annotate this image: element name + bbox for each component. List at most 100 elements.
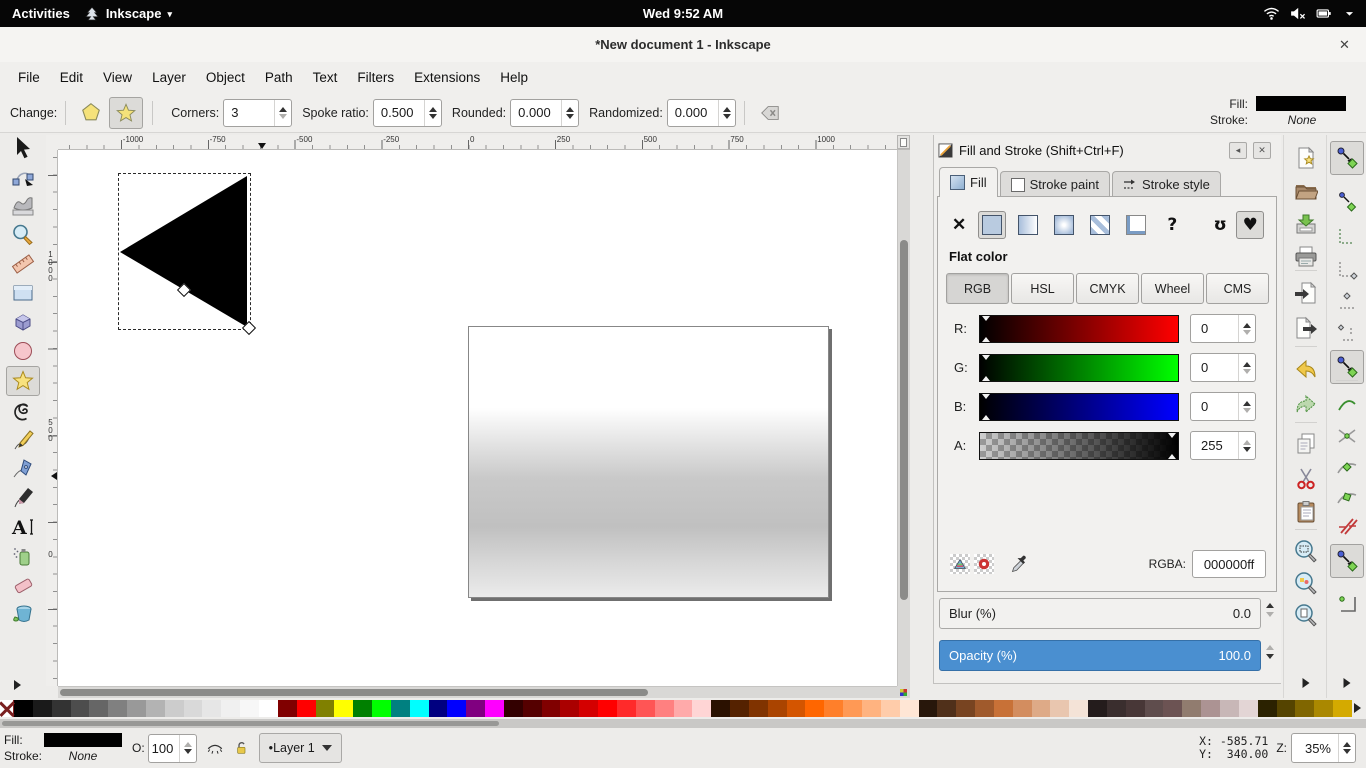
palette-swatch[interactable] bbox=[655, 700, 674, 717]
rgba-input[interactable]: 000000ff bbox=[1192, 550, 1266, 578]
palette-swatch[interactable] bbox=[278, 700, 297, 717]
snap-page-border-button[interactable] bbox=[1332, 588, 1362, 618]
activities-button[interactable]: Activities bbox=[12, 6, 70, 21]
color-managed-view-toggle[interactable] bbox=[897, 686, 910, 698]
palette-swatch[interactable] bbox=[52, 700, 71, 717]
toolbox-expand-icon[interactable] bbox=[14, 680, 21, 690]
palette-swatch[interactable] bbox=[410, 700, 429, 717]
palette-swatch[interactable] bbox=[768, 700, 787, 717]
opacity-control[interactable]: Opacity (%) 100.0 bbox=[939, 640, 1261, 671]
snap-paths-button[interactable] bbox=[1332, 389, 1362, 419]
corners-spinbox[interactable]: 3 bbox=[223, 99, 292, 127]
layer-visibility-icon[interactable] bbox=[206, 739, 224, 757]
close-window-button[interactable]: ✕ bbox=[1336, 36, 1353, 53]
print-button[interactable] bbox=[1291, 242, 1321, 272]
ellipse-tool[interactable] bbox=[7, 337, 39, 365]
swatch-button[interactable] bbox=[1122, 211, 1150, 239]
menu-object[interactable]: Object bbox=[196, 65, 255, 90]
palette-swatch[interactable] bbox=[240, 700, 259, 717]
palette-swatch[interactable] bbox=[71, 700, 90, 717]
blue-spinbox[interactable]: 0 bbox=[1190, 392, 1256, 421]
palette-scrollbar-thumb[interactable] bbox=[2, 721, 499, 726]
palette-swatch[interactable] bbox=[221, 700, 240, 717]
palette-swatch[interactable] bbox=[353, 700, 372, 717]
app-menu[interactable]: Inkscape ▾ bbox=[84, 6, 172, 22]
menu-file[interactable]: File bbox=[8, 65, 50, 90]
palette-swatch[interactable] bbox=[881, 700, 900, 717]
palette-swatch[interactable] bbox=[617, 700, 636, 717]
palette-swatch[interactable] bbox=[579, 700, 598, 717]
spin-down-icon[interactable] bbox=[1243, 447, 1251, 452]
spin-down-icon[interactable] bbox=[566, 114, 574, 119]
palette-swatch[interactable] bbox=[994, 700, 1013, 717]
palette-swatch[interactable] bbox=[165, 700, 184, 717]
palette-swatch[interactable] bbox=[975, 700, 994, 717]
palette-swatch[interactable] bbox=[485, 700, 504, 717]
color-system-cmyk[interactable]: CMYK bbox=[1076, 273, 1139, 304]
snap-bbox-edges-button[interactable] bbox=[1332, 318, 1362, 348]
menu-edit[interactable]: Edit bbox=[50, 65, 93, 90]
fill-color-swatch[interactable] bbox=[1256, 96, 1346, 111]
spin-down-icon[interactable] bbox=[184, 749, 192, 754]
palette-swatch-none[interactable] bbox=[0, 700, 14, 717]
green-spinbox[interactable]: 0 bbox=[1190, 353, 1256, 382]
cut-button[interactable] bbox=[1291, 464, 1321, 494]
red-slider[interactable] bbox=[979, 315, 1179, 343]
fill-rule-nonzero-button[interactable]: ♥ bbox=[1236, 211, 1264, 239]
star-object[interactable] bbox=[116, 170, 251, 330]
palette-scroll-right-icon[interactable] bbox=[1354, 703, 1361, 713]
color-managed-toggle-icon[interactable] bbox=[950, 554, 970, 574]
spin-up-icon[interactable] bbox=[1243, 323, 1251, 328]
tweak-tool[interactable] bbox=[7, 192, 39, 220]
spiral-tool[interactable] bbox=[7, 397, 39, 425]
palette-swatch[interactable] bbox=[598, 700, 617, 717]
color-system-rgb[interactable]: RGB bbox=[946, 273, 1009, 304]
reset-defaults-button[interactable] bbox=[757, 100, 783, 126]
randomized-spinbox[interactable]: 0.000 bbox=[667, 99, 736, 127]
zoom-page-button[interactable] bbox=[1291, 600, 1321, 630]
spin-up-icon[interactable] bbox=[723, 107, 731, 112]
palette-swatch[interactable] bbox=[316, 700, 335, 717]
rectangle-tool[interactable] bbox=[7, 279, 39, 307]
out-of-gamut-icon[interactable] bbox=[974, 554, 994, 574]
palette-swatch[interactable] bbox=[1107, 700, 1126, 717]
no-paint-button[interactable]: ✕ bbox=[952, 215, 966, 235]
eyedropper-icon[interactable] bbox=[1010, 554, 1030, 574]
palette-swatch[interactable] bbox=[504, 700, 523, 717]
palette-swatch[interactable] bbox=[636, 700, 655, 717]
palette-swatch[interactable] bbox=[560, 700, 579, 717]
spin-down-icon[interactable] bbox=[1266, 654, 1274, 659]
zoom-spinbox[interactable]: 35% bbox=[1291, 733, 1356, 763]
sb-stroke-value[interactable]: None bbox=[44, 749, 122, 763]
snap-enabled-button[interactable] bbox=[1330, 141, 1364, 175]
palette-swatch[interactable] bbox=[1333, 700, 1352, 717]
rounded-spinbox[interactable]: 0.000 bbox=[510, 99, 579, 127]
sb-fill-swatch[interactable] bbox=[44, 733, 122, 747]
red-spinbox[interactable]: 0 bbox=[1190, 314, 1256, 343]
save-document-button[interactable] bbox=[1291, 209, 1321, 239]
snap-nodes-button[interactable] bbox=[1330, 350, 1364, 384]
palette-swatch[interactable] bbox=[1182, 700, 1201, 717]
palette-swatch[interactable] bbox=[787, 700, 806, 717]
spin-up-icon[interactable] bbox=[1243, 401, 1251, 406]
eraser-tool[interactable] bbox=[7, 571, 39, 599]
fill-rule-evenodd-button[interactable]: ʊ bbox=[1206, 211, 1234, 239]
palette-swatch[interactable] bbox=[674, 700, 693, 717]
palette-swatch[interactable] bbox=[372, 700, 391, 717]
snap-path-intersections-button[interactable] bbox=[1332, 421, 1362, 451]
pen-tool[interactable] bbox=[7, 455, 39, 483]
document-page[interactable] bbox=[468, 326, 829, 598]
menu-filters[interactable]: Filters bbox=[347, 65, 404, 90]
zoom-tool[interactable] bbox=[7, 221, 39, 249]
radial-gradient-button[interactable] bbox=[1050, 211, 1078, 239]
box3d-tool[interactable] bbox=[7, 308, 39, 336]
menu-help[interactable]: Help bbox=[490, 65, 538, 90]
style-swatch-area[interactable]: Fill: Stroke: None bbox=[4, 733, 122, 763]
sticky-zoom-button[interactable] bbox=[897, 135, 910, 149]
layer-selector[interactable]: •Layer 1 bbox=[259, 733, 342, 763]
snap-expand-icon[interactable] bbox=[1344, 678, 1351, 688]
unknown-paint-button[interactable]: ? bbox=[1158, 211, 1186, 239]
dock-close-button[interactable]: ✕ bbox=[1253, 142, 1271, 159]
palette-swatch[interactable] bbox=[692, 700, 711, 717]
snap-bbox-corners-button[interactable] bbox=[1332, 221, 1362, 251]
